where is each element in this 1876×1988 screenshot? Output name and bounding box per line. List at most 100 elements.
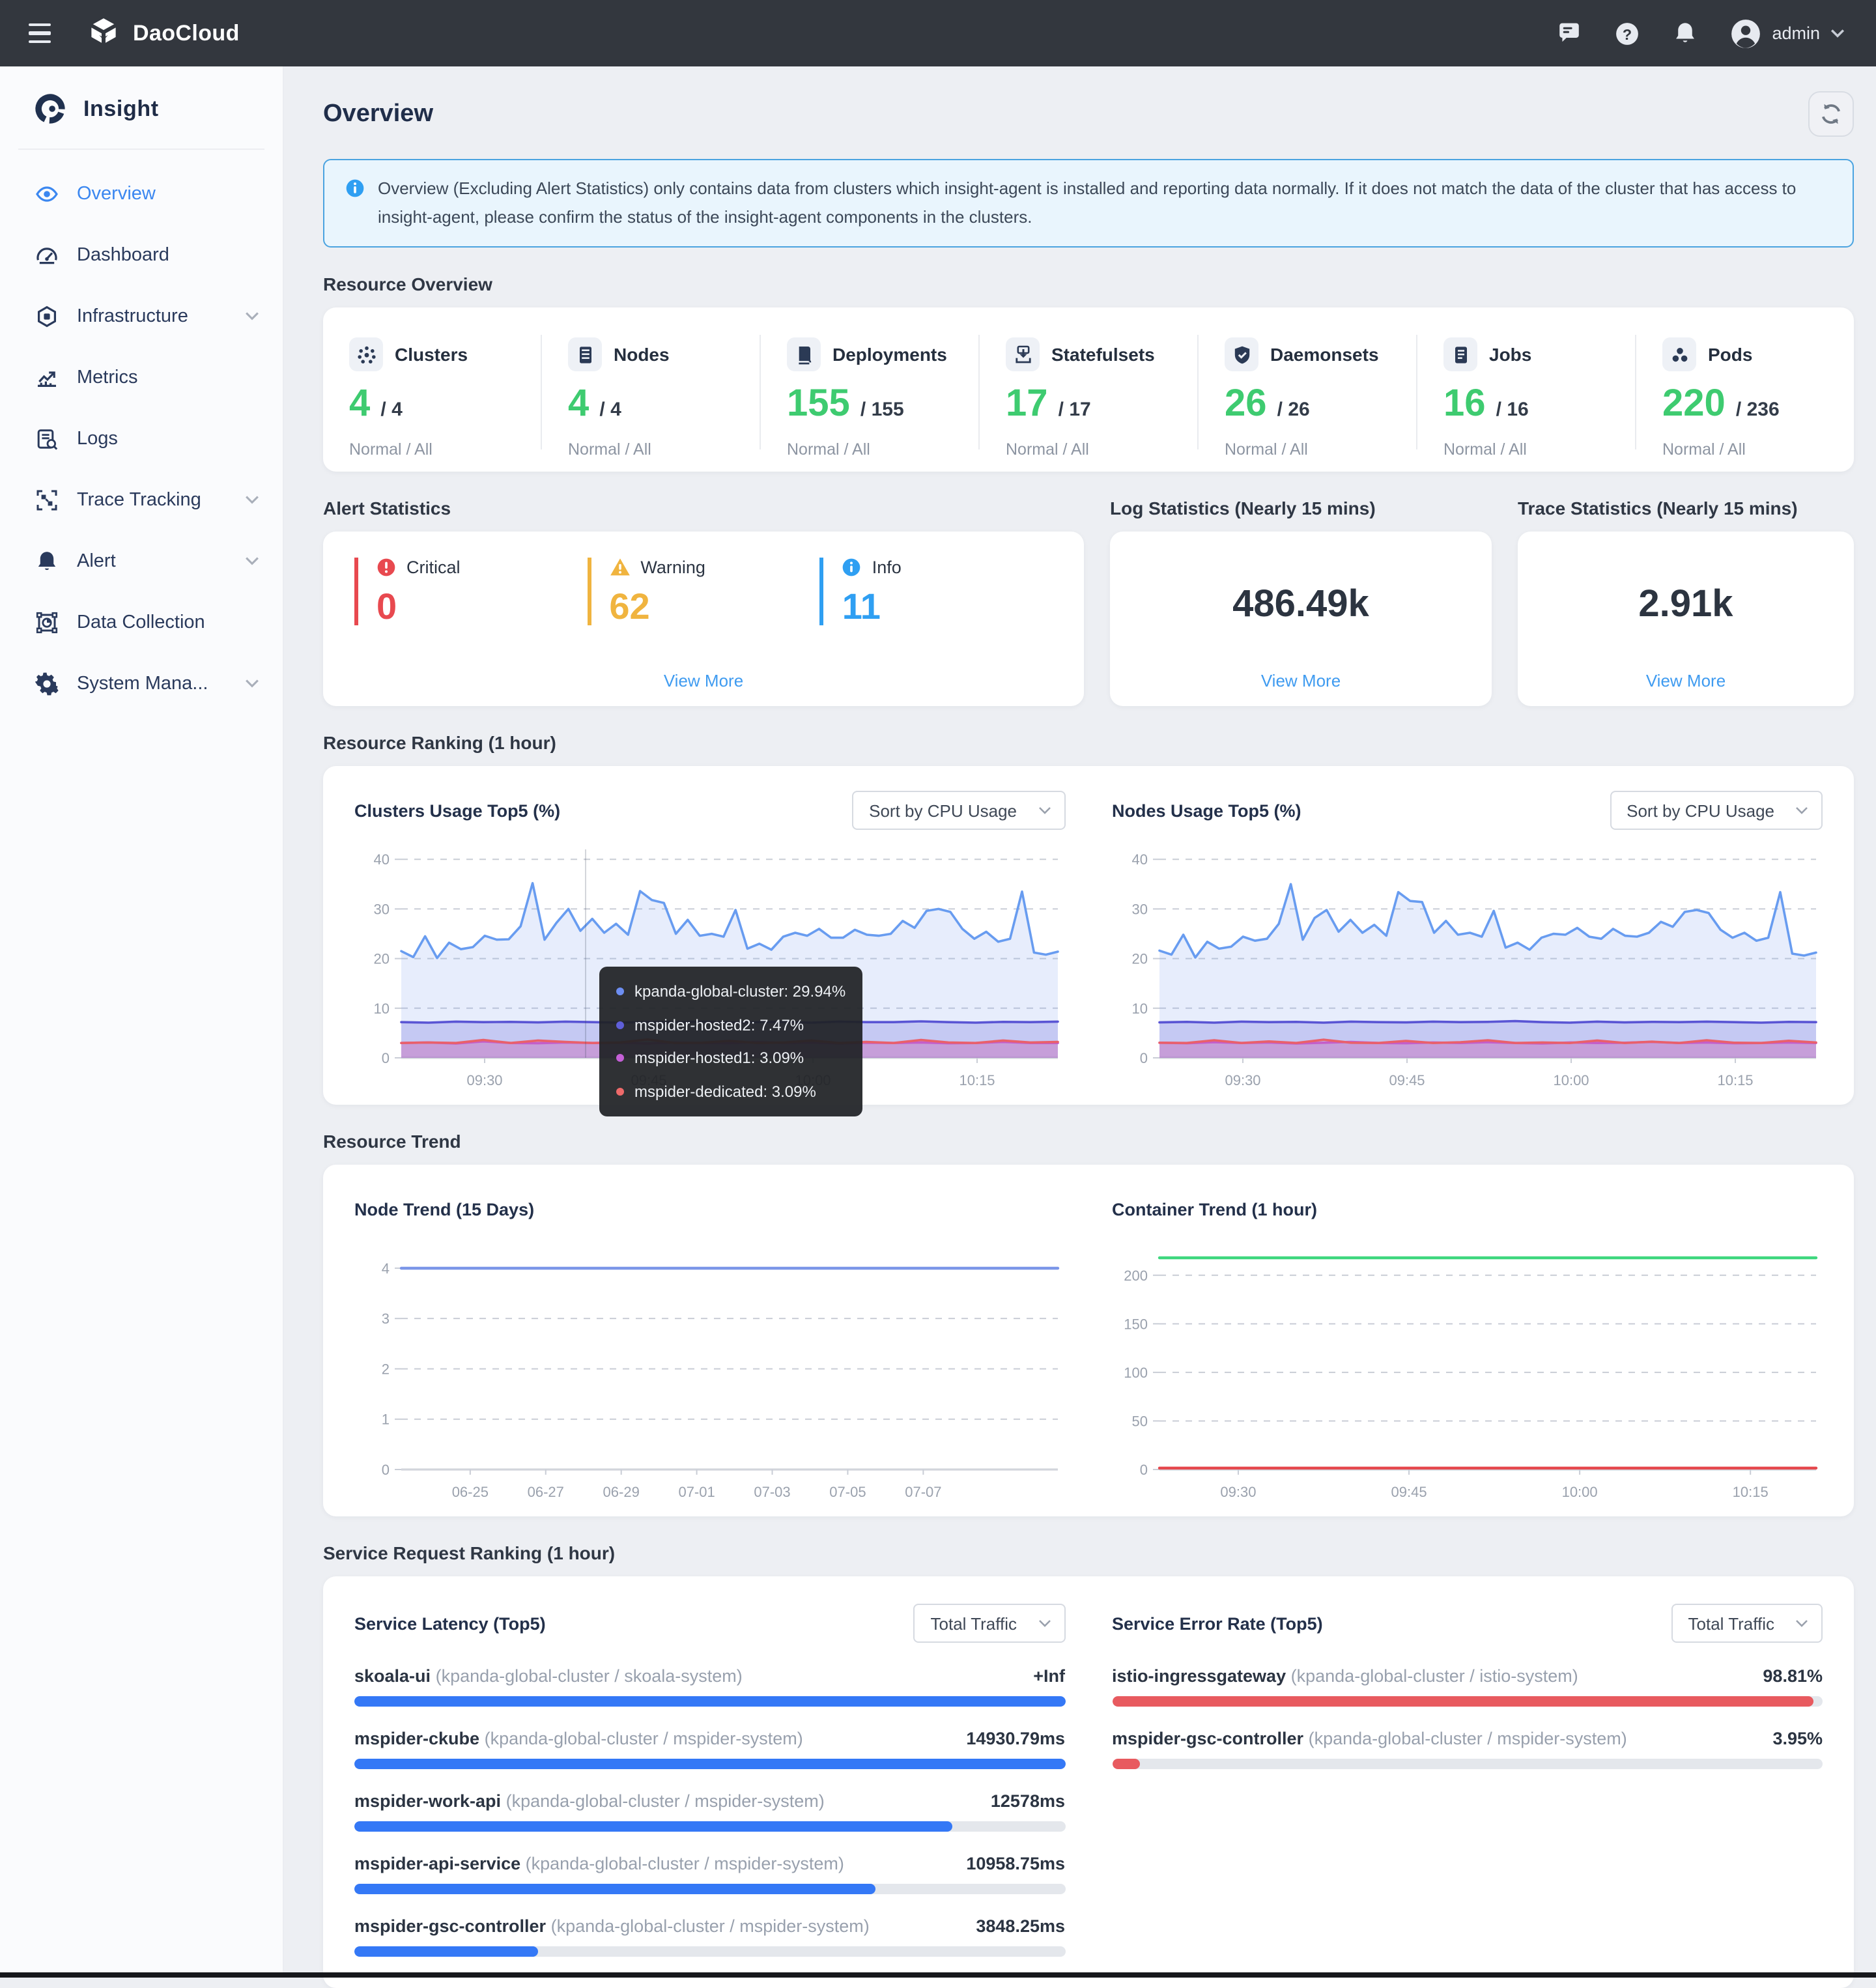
container-trend-chart[interactable]: 05010015020009:3009:4510:0010:15	[1112, 1235, 1823, 1503]
product-name: Insight	[83, 96, 159, 122]
gear-icon	[35, 672, 59, 695]
sidebar-menu: Overview Dashboard Infrastructure	[0, 150, 283, 727]
svg-text:10:00: 10:00	[795, 1072, 831, 1088]
resource-label: Statefulsets	[1051, 344, 1155, 365]
sort-by-cpu-usage-select[interactable]: Sort by CPU Usage	[1610, 791, 1823, 830]
svg-text:0: 0	[382, 1462, 390, 1478]
service-context: (kpanda-global-cluster / mspider-system)	[1309, 1729, 1627, 1748]
resource-note: Normal / All	[1443, 440, 1627, 459]
logs-view-more-link[interactable]: View More	[1141, 671, 1460, 690]
latency-bar	[354, 1821, 953, 1832]
sidebar-item-label: Logs	[77, 428, 118, 449]
daemonsets-icon	[1225, 337, 1258, 371]
gauge-icon	[35, 243, 59, 266]
sidebar-item-alert[interactable]: Alert	[0, 530, 283, 591]
resource-note: Normal / All	[1006, 440, 1189, 459]
svg-text:20: 20	[1131, 951, 1147, 967]
total-traffic-select[interactable]: Total Traffic	[1671, 1604, 1823, 1643]
service-name: skoala-ui	[354, 1666, 431, 1686]
resource-total: 26	[1277, 399, 1310, 421]
nodes-usage-chart[interactable]: 01020304009:3009:4510:0010:15	[1112, 836, 1823, 1092]
sidebar-item-infrastructure[interactable]: Infrastructure	[0, 285, 283, 347]
service-value: 3.95%	[1772, 1729, 1823, 1748]
user-menu[interactable]: admin	[1730, 18, 1845, 49]
svg-text:40: 40	[374, 852, 390, 868]
banner-text: Overview (Excluding Alert Statistics) on…	[378, 175, 1832, 232]
resource-note: Normal / All	[1225, 440, 1408, 459]
brand-name: DaoCloud	[133, 20, 240, 46]
data-collection-icon	[35, 610, 59, 634]
svg-text:09:30: 09:30	[1219, 1484, 1255, 1500]
svg-text:10:15: 10:15	[959, 1072, 995, 1088]
alert-info: Info 11	[820, 558, 1053, 625]
panel-title: Service Latency (Top5)	[354, 1613, 546, 1633]
sort-by-cpu-usage-select[interactable]: Sort by CPU Usage	[852, 791, 1065, 830]
sidebar-item-dashboard[interactable]: Dashboard	[0, 224, 283, 285]
sidebar-item-label: Metrics	[77, 367, 137, 388]
alerts-view-more-link[interactable]: View More	[354, 671, 1053, 690]
resource-statefulsets: Statefulsets 17 17 Normal / All	[978, 335, 1197, 449]
latency-row: skoala-ui (kpanda-global-cluster / skoal…	[354, 1666, 1065, 1707]
panel-title: Service Error Rate (Top5)	[1112, 1613, 1323, 1633]
alert-label: Critical	[406, 558, 461, 577]
svg-text:10:00: 10:00	[1561, 1484, 1597, 1500]
service-value: 14930.79ms	[966, 1729, 1065, 1748]
service-name: mspider-gsc-controller	[1112, 1729, 1303, 1748]
sidebar-item-data-collection[interactable]: Data Collection	[0, 591, 283, 653]
sidebar-item-label: Dashboard	[77, 244, 169, 265]
traces-view-more-link[interactable]: View More	[1549, 671, 1823, 690]
alert-warning: Warning 62	[587, 558, 819, 625]
latency-bar-track	[354, 1946, 1065, 1957]
refresh-button[interactable]	[1808, 91, 1854, 137]
node-trend-chart[interactable]: 0123406-2506-2706-2907-0107-0307-0507-07	[354, 1235, 1065, 1503]
section-trace-statistics: Trace Statistics (Nearly 15 mins)	[1518, 498, 1854, 518]
alert-count: 11	[842, 589, 1053, 625]
section-log-statistics: Log Statistics (Nearly 15 mins)	[1110, 498, 1492, 518]
log-search-icon	[35, 427, 59, 450]
sidebar-item-trace-tracking[interactable]: Trace Tracking	[0, 469, 283, 530]
clusters-usage-chart[interactable]: 01020304009:3009:4510:0010:15	[354, 836, 1065, 1092]
svg-text:50: 50	[1131, 1413, 1147, 1430]
service-latency-panel: Service Latency (Top5) Total Traffic sko…	[354, 1602, 1065, 1957]
latency-row: mspider-work-api (kpanda-global-cluster …	[354, 1791, 1065, 1832]
chat-icon[interactable]	[1557, 21, 1582, 46]
hamburger-menu-icon[interactable]	[29, 23, 51, 42]
total-traffic-select[interactable]: Total Traffic	[914, 1604, 1065, 1643]
resource-total: 236	[1736, 399, 1780, 421]
svg-text:07-03: 07-03	[754, 1484, 790, 1500]
svg-text:07-07: 07-07	[905, 1484, 941, 1500]
svg-text:06-27: 06-27	[528, 1484, 564, 1500]
svg-text:1: 1	[382, 1412, 390, 1428]
svg-text:10: 10	[1131, 1001, 1147, 1017]
service-context: (kpanda-global-cluster / skoala-system)	[436, 1666, 743, 1686]
svg-text:09:30: 09:30	[466, 1072, 502, 1088]
container-trend-panel: Container Trend (1 hour) 05010015020009:…	[1112, 1188, 1823, 1503]
error-bar-track	[1112, 1696, 1823, 1707]
latency-row: mspider-api-service (kpanda-global-clust…	[354, 1854, 1065, 1894]
sidebar-item-metrics[interactable]: Metrics	[0, 347, 283, 408]
svg-text:07-01: 07-01	[678, 1484, 715, 1500]
sidebar-item-overview[interactable]: Overview	[0, 163, 283, 224]
sidebar-item-logs[interactable]: Logs	[0, 408, 283, 469]
trace-statistics-card: 2.91k View More	[1518, 532, 1854, 706]
alert-critical: Critical 0	[354, 558, 587, 625]
service-value: 10958.75ms	[966, 1854, 1065, 1873]
service-name: istio-ingressgateway	[1112, 1666, 1286, 1686]
chart-title: Nodes Usage Top5 (%)	[1112, 801, 1301, 820]
info-badge-icon	[842, 558, 862, 577]
sidebar-item-system-management[interactable]: System Mana...	[0, 653, 283, 714]
avatar	[1730, 18, 1761, 49]
error-rate-row: istio-ingressgateway (kpanda-global-clus…	[1112, 1666, 1823, 1707]
resource-note: Normal / All	[787, 440, 971, 459]
resource-value: 220	[1662, 383, 1726, 425]
latency-bar-track	[354, 1759, 1065, 1769]
select-value: Sort by CPU Usage	[869, 801, 1017, 820]
resource-jobs: Jobs 16 16 Normal / All	[1416, 335, 1635, 449]
chart-title: Node Trend (15 Days)	[354, 1199, 534, 1219]
alert-statistics-card: Critical 0 Warning 62	[323, 532, 1084, 706]
service-context: (kpanda-global-cluster / mspider-system)	[526, 1854, 844, 1873]
notification-bell-icon[interactable]	[1673, 21, 1698, 46]
chart-title: Container Trend (1 hour)	[1112, 1199, 1317, 1219]
help-icon[interactable]: ?	[1614, 20, 1640, 46]
svg-text:3: 3	[382, 1311, 390, 1328]
